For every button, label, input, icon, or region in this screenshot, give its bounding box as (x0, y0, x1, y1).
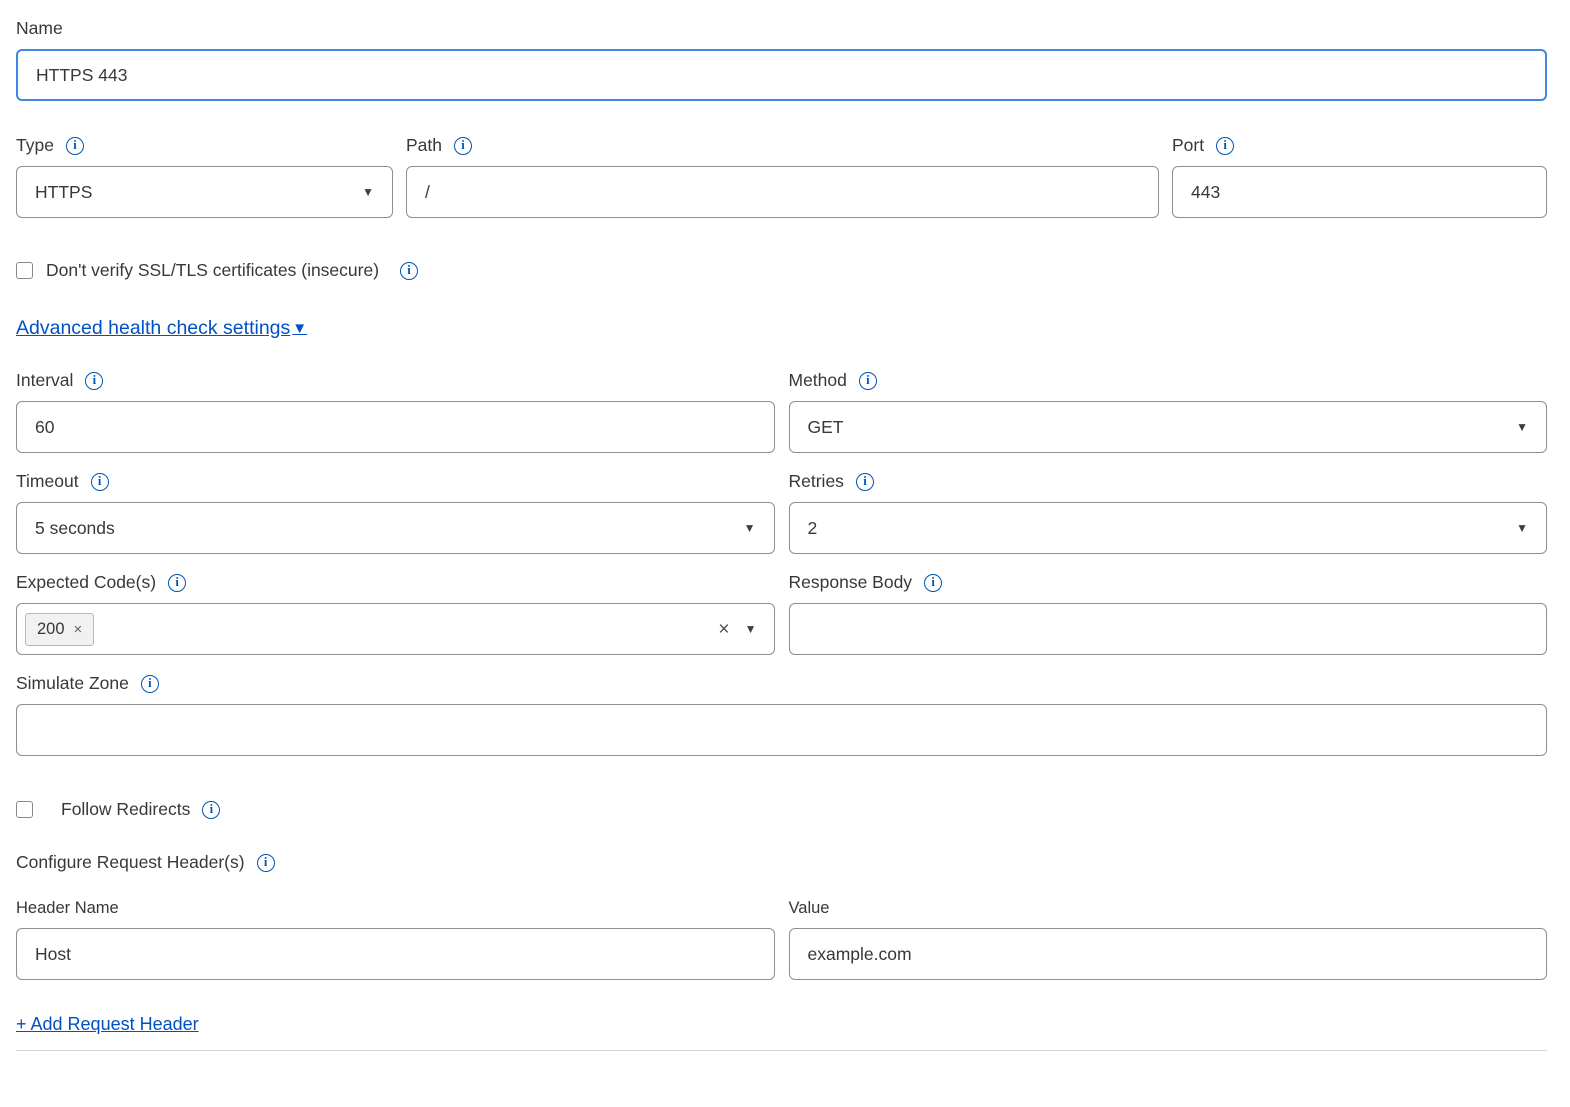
expected-codes-field: Expected Code(s) i 200 × × ▼ (16, 572, 775, 655)
type-select[interactable]: HTTPS ▼ (16, 166, 393, 218)
port-field: Port i (1172, 135, 1547, 218)
simulate-zone-input[interactable] (16, 704, 1547, 756)
retries-select-value: 2 (808, 518, 818, 539)
ssl-verify-label: Don't verify SSL/TLS certificates (insec… (46, 260, 379, 281)
info-icon[interactable]: i (202, 801, 220, 819)
advanced-settings-link-label: Advanced health check settings (16, 317, 290, 340)
timeout-select[interactable]: 5 seconds ▼ (16, 502, 775, 554)
info-icon[interactable]: i (66, 137, 84, 155)
expected-code-tag: 200 × (25, 613, 94, 646)
path-input[interactable] (406, 166, 1159, 218)
chevron-down-icon: ▼ (1516, 522, 1528, 534)
timeout-select-value: 5 seconds (35, 518, 115, 539)
expected-codes-label: Expected Code(s) (16, 572, 156, 593)
header-value-input[interactable] (789, 928, 1548, 980)
retries-field: Retries i 2 ▼ (789, 471, 1548, 554)
remove-tag-icon[interactable]: × (74, 622, 83, 637)
advanced-settings-link[interactable]: Advanced health check settings▼ (16, 317, 307, 340)
ssl-verify-row: Don't verify SSL/TLS certificates (insec… (16, 260, 1547, 281)
ssl-verify-checkbox[interactable] (16, 262, 33, 279)
chevron-down-icon: ▼ (745, 623, 757, 635)
advanced-fields-grid: Interval i Method i GET ▼ Timeout i 5 se… (16, 370, 1547, 655)
header-value-column-label: Value (789, 899, 1548, 918)
name-input[interactable] (16, 49, 1547, 101)
interval-field: Interval i (16, 370, 775, 453)
name-label: Name (16, 18, 63, 39)
info-icon[interactable]: i (141, 675, 159, 693)
collapse-triangle-icon: ▼ (292, 321, 307, 336)
info-icon[interactable]: i (400, 262, 418, 280)
section-divider (16, 1050, 1547, 1051)
response-body-field: Response Body i (789, 572, 1548, 655)
info-icon[interactable]: i (91, 473, 109, 491)
type-label: Type (16, 135, 54, 156)
path-field: Path i (406, 135, 1159, 218)
timeout-field: Timeout i 5 seconds ▼ (16, 471, 775, 554)
header-name-column-label: Header Name (16, 899, 775, 918)
response-body-label: Response Body (789, 572, 913, 593)
add-request-header-link[interactable]: + Add Request Header (16, 1014, 199, 1035)
method-field: Method i GET ▼ (789, 370, 1548, 453)
interval-label: Interval (16, 370, 73, 391)
follow-redirects-label: Follow Redirects (61, 799, 190, 820)
port-label: Port (1172, 135, 1204, 156)
port-input[interactable] (1172, 166, 1547, 218)
timeout-label: Timeout (16, 471, 79, 492)
expected-codes-multiselect[interactable]: 200 × × ▼ (16, 603, 775, 655)
header-value-field: Value (789, 899, 1548, 980)
header-name-field: Header Name (16, 899, 775, 980)
add-header-row: + Add Request Header (16, 1014, 1547, 1035)
request-headers-section-title: Configure Request Header(s) i (16, 852, 1547, 873)
info-icon[interactable]: i (85, 372, 103, 390)
info-icon[interactable]: i (856, 473, 874, 491)
info-icon[interactable]: i (1216, 137, 1234, 155)
follow-redirects-checkbox[interactable] (16, 801, 33, 818)
simulate-zone-field: Simulate Zone i (16, 673, 1547, 756)
retries-select[interactable]: 2 ▼ (789, 502, 1548, 554)
chevron-down-icon: ▼ (744, 522, 756, 534)
chevron-down-icon: ▼ (1516, 421, 1528, 433)
simulate-zone-label: Simulate Zone (16, 673, 129, 694)
method-select-value: GET (808, 417, 844, 438)
clear-all-icon[interactable]: × (718, 620, 729, 639)
follow-redirects-row: Follow Redirects i (16, 799, 1547, 820)
request-headers-label: Configure Request Header(s) (16, 852, 245, 873)
type-path-port-row: Type i HTTPS ▼ Path i Port i (16, 135, 1547, 218)
follow-redirects-label-wrap: Follow Redirects i (61, 799, 220, 820)
info-icon[interactable]: i (454, 137, 472, 155)
info-icon[interactable]: i (257, 854, 275, 872)
response-body-input[interactable] (789, 603, 1548, 655)
request-header-row: Header Name Value (16, 899, 1547, 980)
path-label: Path (406, 135, 442, 156)
name-label-row: Name (16, 18, 1547, 39)
expected-code-tag-value: 200 (37, 620, 65, 639)
method-label: Method (789, 370, 847, 391)
info-icon[interactable]: i (859, 372, 877, 390)
advanced-settings-toggle-row: Advanced health check settings▼ (16, 317, 1547, 340)
retries-label: Retries (789, 471, 844, 492)
info-icon[interactable]: i (168, 574, 186, 592)
method-select[interactable]: GET ▼ (789, 401, 1548, 453)
type-select-value: HTTPS (35, 182, 92, 203)
health-check-form: Name Type i HTTPS ▼ Path i Port i (0, 0, 1570, 1051)
info-icon[interactable]: i (924, 574, 942, 592)
header-name-input[interactable] (16, 928, 775, 980)
chevron-down-icon: ▼ (362, 186, 374, 198)
type-field: Type i HTTPS ▼ (16, 135, 393, 218)
interval-input[interactable] (16, 401, 775, 453)
